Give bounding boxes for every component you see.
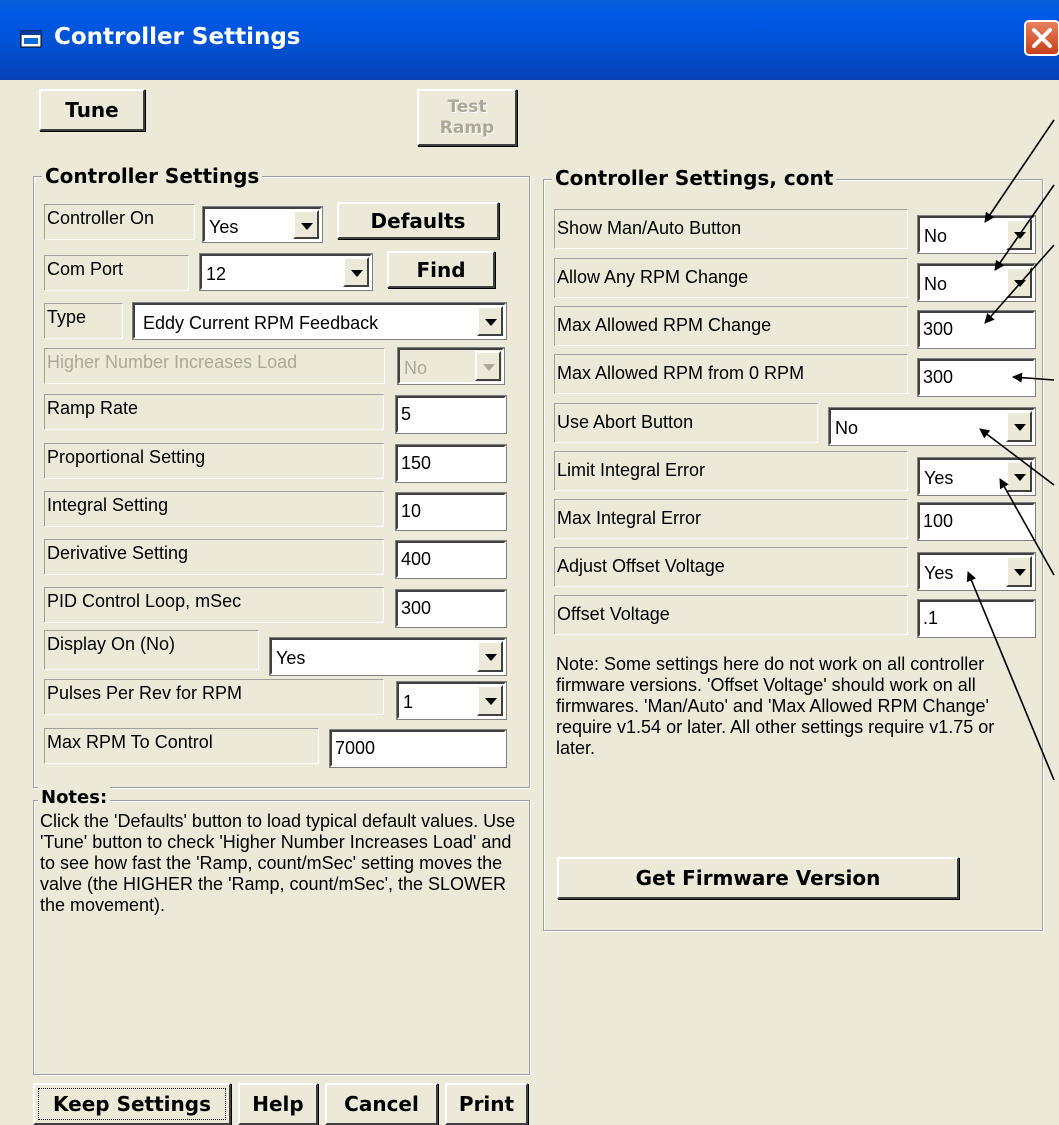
controller-on-label: Controller On: [44, 204, 195, 240]
ramp-rate-label: Ramp Rate: [44, 394, 384, 430]
controller-settings-group-title: Controller Settings: [42, 164, 263, 188]
max-integral-label: Max Integral Error: [554, 499, 908, 539]
max-allowed-rpm-from-0-label: Max Allowed RPM from 0 RPM: [554, 354, 908, 394]
use-abort-combo[interactable]: No: [828, 407, 1036, 446]
proportional-input[interactable]: 150: [395, 444, 507, 483]
pid-loop-input[interactable]: 300: [395, 589, 507, 628]
higher-number-combo: No: [397, 347, 505, 385]
integral-label: Integral Setting: [44, 491, 384, 527]
dropdown-arrow-icon[interactable]: [1006, 556, 1032, 587]
show-man-auto-value: No: [924, 226, 948, 246]
close-button[interactable]: [1024, 20, 1059, 56]
max-rpm-input[interactable]: 7000: [329, 729, 507, 768]
display-on-combo[interactable]: Yes: [269, 637, 507, 676]
dropdown-arrow-icon[interactable]: [343, 257, 369, 287]
max-rpm-label: Max RPM To Control: [44, 728, 319, 764]
notes-text: Click the 'Defaults' button to load typi…: [40, 811, 516, 915]
controller-settings-cont-title: Controller Settings, cont: [552, 166, 837, 190]
tune-button[interactable]: Tune: [39, 89, 145, 131]
max-integral-input[interactable]: 100: [917, 502, 1036, 541]
allow-any-rpm-value: No: [924, 274, 948, 294]
type-value: Eddy Current RPM Feedback: [143, 313, 379, 333]
dropdown-arrow-icon[interactable]: [1006, 411, 1032, 442]
dropdown-arrow-icon: [475, 351, 501, 381]
display-on-value: Yes: [276, 648, 306, 668]
dropdown-arrow-icon[interactable]: [1006, 461, 1032, 492]
app-window-icon: [20, 30, 42, 48]
window-title: Controller Settings: [54, 24, 301, 50]
notes-group-title: Notes:: [38, 787, 111, 808]
controller-on-value: Yes: [209, 217, 239, 237]
show-man-auto-combo[interactable]: No: [917, 215, 1036, 254]
allow-any-rpm-label: Allow Any RPM Change: [554, 258, 908, 298]
pid-loop-label: PID Control Loop, mSec: [44, 587, 384, 623]
use-abort-label: Use Abort Button: [554, 403, 818, 443]
com-port-label: Com Port: [44, 255, 189, 291]
pulses-per-rev-combo[interactable]: 1: [396, 681, 507, 720]
com-port-combo[interactable]: 12: [199, 253, 373, 291]
com-port-value: 12: [206, 264, 227, 284]
show-man-auto-label: Show Man/Auto Button: [554, 209, 908, 249]
limit-integral-combo[interactable]: Yes: [917, 457, 1036, 496]
adjust-offset-label: Adjust Offset Voltage: [554, 547, 908, 587]
adjust-offset-value: Yes: [924, 563, 954, 583]
derivative-label: Derivative Setting: [44, 539, 384, 575]
proportional-label: Proportional Setting: [44, 443, 384, 479]
offset-voltage-label: Offset Voltage: [554, 595, 908, 635]
pulses-per-rev-value: 1: [403, 692, 414, 712]
higher-number-label: Higher Number Increases Load: [44, 348, 385, 384]
cancel-button[interactable]: Cancel: [325, 1083, 438, 1125]
firmware-note: Note: Some settings here do not work on …: [556, 654, 995, 758]
controller-on-combo[interactable]: Yes: [202, 206, 323, 243]
adjust-offset-combo[interactable]: Yes: [917, 552, 1036, 591]
derivative-input[interactable]: 400: [395, 540, 507, 579]
defaults-button[interactable]: Defaults: [337, 202, 499, 239]
pulses-per-rev-label: Pulses Per Rev for RPM: [44, 679, 384, 715]
dropdown-arrow-icon[interactable]: [477, 685, 503, 716]
get-firmware-version-button[interactable]: Get Firmware Version: [557, 857, 959, 899]
help-button[interactable]: Help: [238, 1083, 318, 1125]
dropdown-arrow-icon[interactable]: [1006, 267, 1032, 298]
keep-settings-button[interactable]: Keep Settings: [33, 1083, 231, 1125]
max-allowed-rpm-change-input[interactable]: 300: [917, 310, 1036, 349]
display-on-label: Display On (No): [44, 630, 259, 670]
max-allowed-rpm-change-label: Max Allowed RPM Change: [554, 306, 908, 346]
close-x-icon: [1032, 28, 1052, 48]
higher-number-value: No: [404, 358, 428, 378]
type-combo[interactable]: Eddy Current RPM Feedback: [132, 302, 507, 340]
ramp-rate-input[interactable]: 5: [395, 395, 507, 434]
limit-integral-value: Yes: [924, 468, 954, 488]
offset-voltage-input[interactable]: .1: [917, 599, 1036, 638]
max-allowed-rpm-from-0-input[interactable]: 300: [917, 358, 1036, 397]
dropdown-arrow-icon[interactable]: [477, 306, 503, 336]
dropdown-arrow-icon[interactable]: [1006, 219, 1032, 250]
limit-integral-label: Limit Integral Error: [554, 451, 908, 491]
print-button[interactable]: Print: [445, 1083, 528, 1125]
allow-any-rpm-combo[interactable]: No: [917, 263, 1036, 302]
dropdown-arrow-icon[interactable]: [477, 641, 503, 672]
integral-input[interactable]: 10: [395, 492, 507, 531]
find-button[interactable]: Find: [387, 251, 495, 288]
test-ramp-button: Test Ramp: [417, 89, 517, 146]
dropdown-arrow-icon[interactable]: [293, 210, 319, 239]
type-label: Type: [44, 303, 123, 339]
use-abort-value: No: [835, 418, 859, 438]
